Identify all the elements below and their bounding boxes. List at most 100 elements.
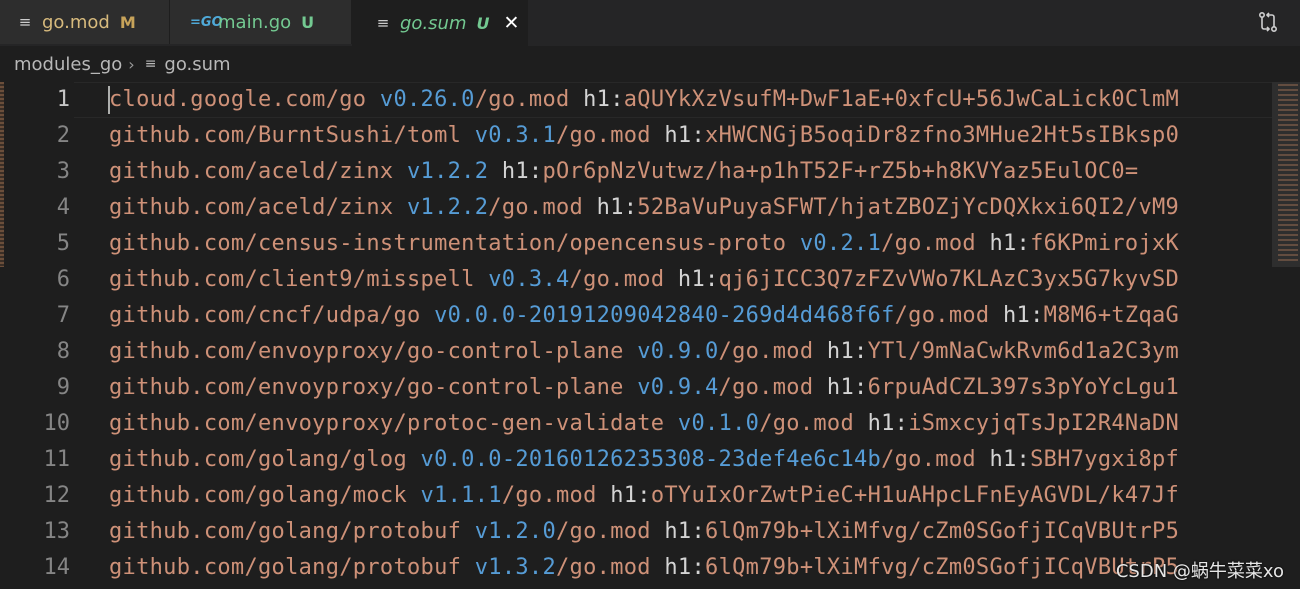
hash-prefix: h1: xyxy=(664,519,706,544)
module-path: github.com/envoyproxy/go-control-plane xyxy=(109,375,624,400)
code-line[interactable]: 1 cloud.google.com/go v0.26.0/go.mod h1:a… xyxy=(0,82,1272,118)
hash-value: aQUYkXzVsufM+DwF1aE+0xfcU+56JwCaLick0Clm… xyxy=(623,87,1180,112)
code-line[interactable]: 2 github.com/BurntSushi/toml v0.3.1/go.mo… xyxy=(0,118,1272,154)
line-number: 10 xyxy=(43,411,71,436)
code-text: github.com/envoyproxy/go-control-plane v… xyxy=(109,370,1179,406)
hash-prefix: h1: xyxy=(826,339,868,364)
code-line[interactable]: 6 github.com/client9/misspell v0.3.4/go.m… xyxy=(0,262,1272,298)
line-number: 9 xyxy=(56,375,70,400)
code-line[interactable]: 3 github.com/aceld/zinx v1.2.2 h1:pOr6pNz… xyxy=(0,154,1272,190)
go-icon: =GO xyxy=(190,14,223,30)
tab-bar: ≡ go.mod M =GO main.go U ≡ go.sum U ✕ xyxy=(0,0,1300,46)
go-mod-suffix: /go.mod xyxy=(556,123,651,148)
code-line[interactable]: 12 github.com/golang/mock v1.1.1/go.mod h… xyxy=(0,478,1272,514)
code-line[interactable]: 7 github.com/cncf/udpa/go v0.0.0-20191209… xyxy=(0,298,1272,334)
module-version: v1.1.1 xyxy=(420,483,502,508)
text-cursor xyxy=(108,86,110,114)
go-mod-suffix: /go.mod xyxy=(881,231,976,256)
code-text: github.com/BurntSushi/toml v0.3.1/go.mod… xyxy=(109,118,1179,154)
hash-value: 52BaVuPuyaSFWT/hjatZBOZjYcDQXkxi6QI2/vM9 xyxy=(637,195,1180,220)
hash-prefix: h1: xyxy=(989,231,1031,256)
code-line[interactable]: 14 github.com/golang/protobuf v1.3.2/go.m… xyxy=(0,550,1272,586)
module-version: v1.3.2 xyxy=(474,555,557,580)
hash-prefix: h1: xyxy=(664,123,706,148)
module-path: github.com/golang/protobuf xyxy=(109,555,462,580)
hash-value: pOr6pNzVutwz/ha+p1hT52F+rZ5b+h8KVYaz5Eul… xyxy=(542,159,1139,184)
tab-go-sum[interactable]: ≡ go.sum U ✕ xyxy=(352,0,528,46)
line-number: 13 xyxy=(43,519,71,544)
hash-prefix: h1: xyxy=(596,195,638,220)
hash-prefix: h1: xyxy=(867,411,909,436)
hash-prefix: h1: xyxy=(677,267,719,292)
go-mod-suffix: /go.mod xyxy=(488,195,584,220)
git-compare-icon[interactable] xyxy=(1254,8,1282,36)
module-path: cloud.google.com/go xyxy=(109,87,367,112)
code-text: github.com/aceld/zinx v1.2.2 h1:pOr6pNzV… xyxy=(109,154,1138,190)
breadcrumb-file[interactable]: go.sum xyxy=(164,54,230,75)
module-path: github.com/cncf/udpa/go xyxy=(109,303,421,328)
git-status-badge: U xyxy=(476,13,490,33)
hash-prefix: h1: xyxy=(583,87,624,112)
code-line[interactable]: 5 github.com/census-instrumentation/openc… xyxy=(0,226,1272,262)
module-version: v0.2.1 xyxy=(799,231,882,256)
go-mod-suffix: /go.mod xyxy=(569,267,665,292)
code-text: github.com/golang/protobuf v1.2.0/go.mod… xyxy=(109,514,1179,550)
code-line[interactable]: 13 github.com/golang/protobuf v1.2.0/go.m… xyxy=(0,514,1272,550)
hash-value: M8M6+tZqaG xyxy=(1043,303,1180,328)
code-text: github.com/envoyproxy/protoc-gen-validat… xyxy=(109,406,1179,442)
go-mod-suffix: /go.mod xyxy=(556,519,651,544)
module-version: v0.9.4 xyxy=(637,375,719,400)
tab-main-go[interactable]: =GO main.go U xyxy=(170,0,352,44)
watermark: CSDN @蜗牛菜菜xo xyxy=(1115,561,1284,582)
hash-value: f6KPmirojxK xyxy=(1030,231,1180,256)
code-text: github.com/golang/glog v0.0.0-2016012623… xyxy=(109,442,1179,478)
code-line[interactable]: 9 github.com/envoyproxy/go-control-plane … xyxy=(0,370,1272,406)
line-number: 3 xyxy=(56,159,70,184)
module-path: github.com/BurntSushi/toml xyxy=(109,123,462,148)
code-text: github.com/golang/mock v1.1.1/go.mod h1:… xyxy=(109,478,1179,514)
line-number: 8 xyxy=(56,339,70,364)
module-path: github.com/client9/misspell xyxy=(109,267,475,292)
minimap[interactable] xyxy=(1272,82,1300,589)
module-path: github.com/golang/glog xyxy=(109,447,407,472)
code-line[interactable]: 10 github.com/envoyproxy/protoc-gen-valid… xyxy=(0,406,1272,442)
module-version: v0.9.0 xyxy=(637,339,719,364)
hash-value: 6rpuAdCZL397s3pYoYcLgu1 xyxy=(867,375,1180,400)
breadcrumb-folder[interactable]: modules_go xyxy=(14,54,122,75)
module-version: v1.2.2 xyxy=(407,159,489,184)
hash-value: qj6jICC3Q7zFZvVWo7KLAzC3yx5G7kyvSD xyxy=(718,267,1180,292)
go-mod-suffix: /go.mod xyxy=(718,339,814,364)
close-icon[interactable]: ✕ xyxy=(503,12,519,34)
line-number: 7 xyxy=(56,303,70,328)
breadcrumb: modules_go › ≡ go.sum xyxy=(0,46,1300,82)
code-text: github.com/cncf/udpa/go v0.0.0-201912090… xyxy=(109,298,1179,334)
module-path: github.com/aceld/zinx xyxy=(109,159,394,184)
module-path: github.com/golang/mock xyxy=(109,483,407,508)
git-status-badge: U xyxy=(301,12,315,32)
code-line[interactable]: 4 github.com/aceld/zinx v1.2.2/go.mod h1:… xyxy=(0,190,1272,226)
tab-go-mod[interactable]: ≡ go.mod M xyxy=(0,0,170,44)
tab-label: go.mod xyxy=(42,11,110,33)
module-version: v0.3.1 xyxy=(474,123,557,148)
code-line[interactable]: 8 github.com/envoyproxy/go-control-plane … xyxy=(0,334,1272,370)
lines-icon: ≡ xyxy=(18,13,32,31)
line-number: 6 xyxy=(56,267,70,292)
code-text: github.com/census-instrumentation/opence… xyxy=(109,226,1179,262)
code-text: cloud.google.com/go v0.26.0/go.mod h1:aQ… xyxy=(109,82,1179,118)
module-version: v0.26.0 xyxy=(379,87,475,112)
hash-prefix: h1: xyxy=(610,483,651,508)
go-mod-suffix: /go.mod xyxy=(759,411,855,436)
module-version: v0.0.0-20160126235308-23def4e6c14b xyxy=(420,447,882,472)
hash-value: iSmxcyjqTsJpI2R4NaDN xyxy=(908,411,1180,436)
line-number: 14 xyxy=(43,555,71,580)
go-mod-suffix: /go.mod xyxy=(881,447,976,472)
code-editor[interactable]: 1 cloud.google.com/go v0.26.0/go.mod h1:a… xyxy=(0,82,1300,589)
go-mod-suffix: /go.mod xyxy=(718,375,814,400)
module-path: github.com/census-instrumentation/opence… xyxy=(109,231,787,256)
hash-value: xHWCNGjB5oqiDr8zfno3MHue2Ht5sIBksp0 xyxy=(705,123,1180,148)
hash-prefix: h1: xyxy=(989,447,1031,472)
code-text: github.com/golang/protobuf v1.3.2/go.mod… xyxy=(109,550,1179,586)
code-line[interactable]: 11 github.com/golang/glog v0.0.0-20160126… xyxy=(0,442,1272,478)
module-path: github.com/aceld/zinx xyxy=(109,195,394,220)
module-version: v0.3.4 xyxy=(488,267,570,292)
